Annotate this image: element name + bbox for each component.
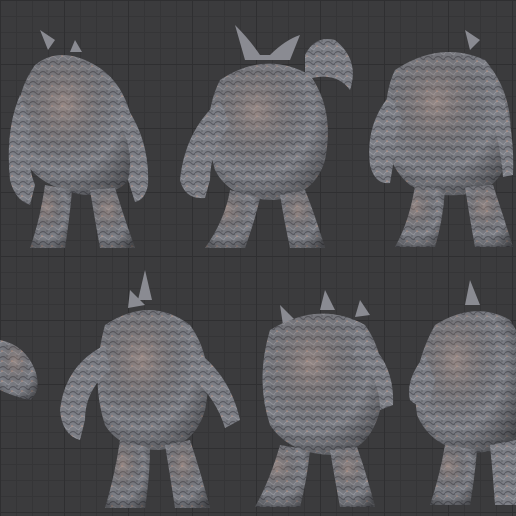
view-side-right bbox=[405, 280, 516, 510]
view-side-partial bbox=[0, 335, 45, 405]
view-back-hand-on-head bbox=[175, 20, 365, 250]
view-three-quarter-left bbox=[245, 285, 400, 510]
creature-figure-icon bbox=[180, 25, 353, 248]
creature-figure-icon bbox=[255, 290, 394, 507]
view-back-right bbox=[365, 25, 516, 250]
creature-figure-icon bbox=[60, 270, 240, 508]
view-back-horn bbox=[50, 270, 245, 510]
view-back-left bbox=[0, 10, 160, 250]
creature-figure-icon bbox=[369, 30, 514, 247]
creature-figure-icon bbox=[409, 280, 516, 505]
creature-figure-icon bbox=[8, 30, 149, 248]
creature-figure-icon bbox=[0, 340, 38, 400]
3d-viewport-grid[interactable] bbox=[0, 0, 516, 516]
